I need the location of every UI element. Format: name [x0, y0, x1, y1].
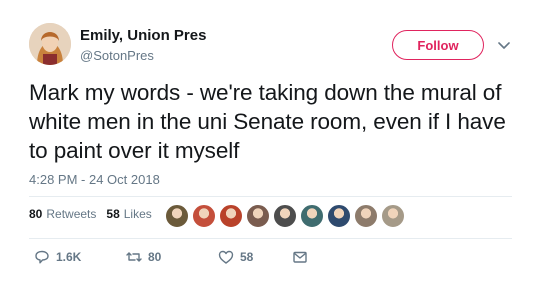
retweet-icon	[126, 252, 142, 262]
divider-top	[29, 196, 512, 197]
liker-avatar[interactable]	[246, 204, 270, 228]
heart-icon	[218, 250, 234, 264]
follow-button[interactable]: Follow	[392, 30, 484, 60]
reply-count: 1.6K	[56, 250, 82, 264]
liker-avatar[interactable]	[192, 204, 216, 228]
like-button[interactable]: 58	[218, 249, 292, 265]
likers-list	[165, 204, 408, 228]
reply-icon	[35, 250, 49, 264]
avatar[interactable]	[29, 23, 71, 65]
user-handle[interactable]: @SotonPres	[80, 48, 154, 63]
profile-avatar-icon	[29, 23, 71, 65]
tweet-text: Mark my words - we're taking down the mu…	[29, 80, 506, 163]
liker-avatar[interactable]	[219, 204, 243, 228]
liker-avatar[interactable]	[354, 204, 378, 228]
likes-label: Likes	[123, 207, 152, 221]
likes-stat[interactable]: 58 Likes	[106, 207, 151, 221]
tweet-stats: 80 Retweets 58 Likes	[29, 207, 162, 221]
chevron-down-icon[interactable]	[496, 37, 512, 53]
tweet-timestamp[interactable]: 4:28 PM - 24 Oct 2018	[29, 172, 160, 187]
tweet-actions: 1.6K 80 58	[34, 249, 314, 265]
envelope-icon	[293, 251, 307, 263]
liker-avatar[interactable]	[300, 204, 324, 228]
retweet-button[interactable]: 80	[126, 249, 218, 265]
like-count: 58	[240, 250, 254, 264]
retweets-count: 80	[29, 207, 43, 221]
liker-avatar[interactable]	[273, 204, 297, 228]
reply-button[interactable]: 1.6K	[34, 249, 126, 265]
retweet-count: 80	[148, 250, 162, 264]
direct-message-button[interactable]	[292, 249, 314, 265]
likes-count: 58	[106, 207, 120, 221]
liker-avatar[interactable]	[165, 204, 189, 228]
divider-bottom	[29, 238, 512, 239]
liker-avatar[interactable]	[327, 204, 351, 228]
user-name[interactable]: Emily, Union Pres	[80, 27, 206, 44]
retweets-stat[interactable]: 80 Retweets	[29, 207, 96, 221]
retweets-label: Retweets	[46, 207, 97, 221]
liker-avatar[interactable]	[381, 204, 405, 228]
